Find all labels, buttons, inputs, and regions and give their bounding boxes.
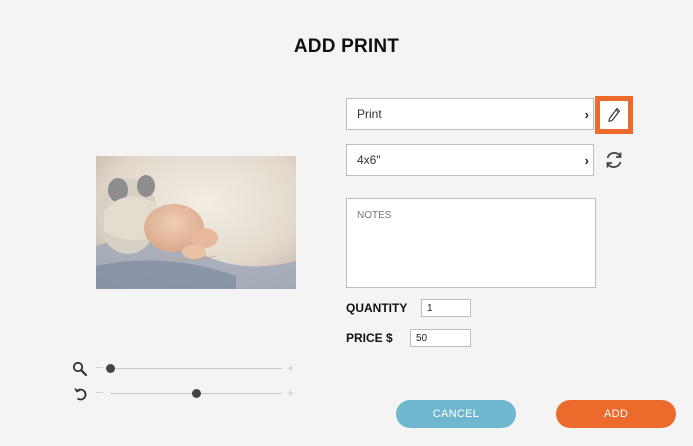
search-icon xyxy=(72,361,88,377)
photo-image xyxy=(96,156,296,289)
rotate-icon xyxy=(74,388,87,401)
pencil-icon xyxy=(608,107,621,123)
price-label: PRICE $ xyxy=(346,331,393,345)
zoom-thumb[interactable] xyxy=(105,364,115,373)
rotate-slider[interactable]: + xyxy=(72,386,298,402)
print-size-select[interactable]: 4x6" › xyxy=(346,144,594,176)
zoom-plus-icon[interactable]: + xyxy=(287,361,294,375)
photo-preview[interactable] xyxy=(96,156,296,289)
print-size-value: 4x6" xyxy=(357,153,381,167)
chevron-right-icon: › xyxy=(584,153,589,168)
dialog-title: ADD PRINT xyxy=(293,36,400,57)
quantity-label: QUANTITY xyxy=(346,301,408,315)
zoom-track[interactable] xyxy=(110,368,282,369)
edit-product-button[interactable] xyxy=(595,96,633,134)
product-type-select[interactable]: Print › xyxy=(346,98,594,130)
zoom-minus-icon[interactable] xyxy=(96,367,103,368)
notes-field[interactable] xyxy=(346,198,596,288)
rotate-orientation-button[interactable] xyxy=(602,148,626,172)
cancel-button[interactable]: CANCEL xyxy=(396,400,516,428)
chevron-right-icon: › xyxy=(584,107,589,122)
quantity-input[interactable] xyxy=(421,299,471,317)
price-input[interactable] xyxy=(410,329,471,347)
add-button[interactable]: ADD xyxy=(556,400,676,428)
rotate-minus-icon[interactable] xyxy=(96,392,103,393)
rotate-plus-icon[interactable]: + xyxy=(287,386,294,400)
refresh-icon xyxy=(606,152,622,168)
rotate-thumb[interactable] xyxy=(191,389,201,398)
product-type-value: Print xyxy=(357,107,382,121)
zoom-slider[interactable]: + xyxy=(72,361,298,377)
